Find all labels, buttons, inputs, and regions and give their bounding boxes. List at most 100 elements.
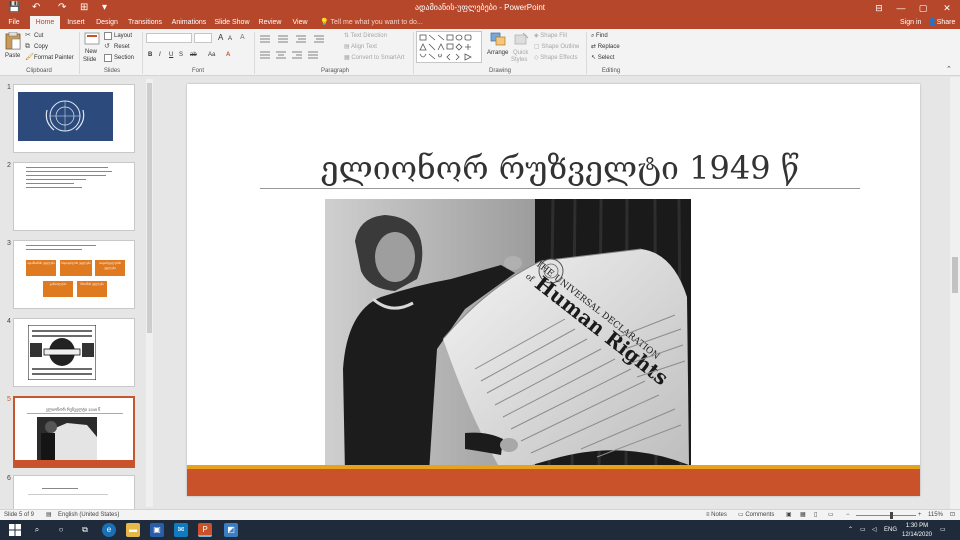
eleanor-roosevelt-photo[interactable]: THE UNIVERSAL DECLARATION of Human Right… (325, 199, 691, 473)
language-indicator[interactable]: English (United States) (58, 511, 119, 520)
group-divider (586, 32, 587, 74)
tell-me-search[interactable]: 💡 Tell me what you want to do... (320, 16, 423, 29)
zoom-level[interactable]: 115% (928, 511, 943, 520)
section-button[interactable]: Section (114, 54, 134, 62)
collapse-ribbon-icon[interactable]: ⌃ (946, 66, 952, 74)
tab-transitions[interactable]: Transitions (126, 16, 164, 29)
italic-button[interactable]: I (159, 51, 161, 59)
tab-home[interactable]: Home (30, 16, 60, 29)
cut-button[interactable]: Cut (34, 32, 43, 40)
slide-thumbnail-pane[interactable]: 1 2 3 ადამიანის უფლება სიცოცხლის უფლება … (0, 77, 154, 509)
font-name-box[interactable] (146, 33, 192, 43)
slide-number: 4 (7, 318, 11, 325)
language-indicator[interactable]: ENG (884, 526, 897, 534)
shape-fill-button[interactable]: ◈ Shape Fill (534, 32, 567, 40)
select-button[interactable]: ↖ Select (591, 54, 614, 62)
tab-animations[interactable]: Animations (168, 16, 210, 29)
shape-outline-button[interactable]: ▢ Shape Outline (534, 43, 579, 51)
network-icon[interactable]: ▭ (860, 526, 866, 534)
slide-thumbnail-1[interactable] (13, 84, 135, 153)
notifications-icon[interactable]: ▭ (940, 526, 946, 534)
align-text-button[interactable]: ▤ Align Text (344, 43, 377, 51)
volume-icon[interactable]: ◁ (872, 526, 877, 534)
paragraph-tools-icon (260, 35, 324, 59)
convert-smartart-button[interactable]: ▦ Convert to SmartArt (344, 54, 404, 62)
tab-slide-show[interactable]: Slide Show (214, 16, 250, 29)
strikethrough-button[interactable]: ab (190, 51, 197, 59)
fit-slide-icon[interactable]: ⊡ (950, 511, 955, 520)
increase-font-size-button[interactable]: A (218, 34, 223, 42)
slide-sorter-icon[interactable]: ▦ (800, 511, 806, 520)
ribbon-display-icon[interactable]: ⊟ (868, 0, 890, 16)
notes-button[interactable]: ≡ Notes (706, 511, 727, 520)
text-direction-button[interactable]: ⇅ Text Direction (344, 32, 387, 40)
clear-formatting-button[interactable]: A (240, 34, 245, 42)
mail-icon[interactable]: ✉ (174, 523, 188, 537)
zoom-slider[interactable] (856, 515, 916, 516)
format-painter-button[interactable]: Format Painter (34, 54, 74, 62)
tab-insert[interactable]: Insert (62, 16, 90, 29)
slide-number: 6 (7, 475, 11, 482)
normal-view-icon[interactable]: ▣ (786, 511, 792, 520)
change-case-button[interactable]: Aa (208, 51, 215, 59)
slide-thumbnail-4[interactable] (13, 318, 135, 387)
layout-button[interactable]: Layout (114, 32, 132, 40)
slide-thumbnail-6[interactable] (13, 475, 135, 509)
current-slide[interactable]: ელიონორ რუზველტი 1949 წ THE UNIVERSAL DE… (187, 84, 920, 496)
copy-button[interactable]: Copy (34, 43, 48, 51)
arrange-button[interactable]: Arrange (486, 31, 510, 65)
slide-show-icon[interactable]: ▭ (828, 511, 834, 520)
thumbnail-scrollbar[interactable] (146, 79, 153, 507)
scrollbar-thumb[interactable] (952, 257, 958, 293)
cortana-icon[interactable]: ○ (54, 523, 68, 537)
clock-date[interactable]: 12/14/2020 (900, 531, 934, 539)
close-icon[interactable]: ✕ (936, 0, 958, 16)
shapes-gallery[interactable] (416, 31, 482, 63)
slide-thumbnail-5[interactable]: ელიონორ რუზველტი 1949 წ (13, 396, 135, 468)
bold-button[interactable]: B (148, 51, 152, 59)
slide-thumbnail-2[interactable] (13, 162, 135, 231)
font-size-box[interactable] (194, 33, 212, 43)
reading-view-icon[interactable]: ▯ (814, 511, 817, 520)
maximize-icon[interactable]: ▢ (912, 0, 934, 16)
replace-button[interactable]: ⇄ Replace (591, 43, 620, 51)
new-slide-button[interactable]: New Slide (83, 31, 101, 65)
paste-button[interactable]: Paste (4, 31, 22, 61)
reset-button[interactable]: Reset (114, 43, 130, 51)
quick-styles-button[interactable]: Quick Styles (511, 31, 531, 65)
powerpoint-taskbar-icon[interactable]: P (198, 523, 212, 537)
share-button[interactable]: 👤Share (928, 16, 955, 29)
scrollbar-thumb[interactable] (147, 83, 152, 333)
edge-browser-icon[interactable]: e (102, 523, 116, 537)
tab-file[interactable]: File (2, 16, 26, 29)
shape-effects-button[interactable]: ◇ Shape Effects (534, 54, 578, 62)
photos-icon[interactable]: ◩ (224, 523, 238, 537)
zoom-slider-thumb[interactable] (890, 512, 893, 519)
windows-start-icon[interactable] (9, 524, 21, 536)
slide-scrollbar[interactable] (950, 77, 960, 509)
slide-title[interactable]: ელიონორ რუზველტი 1949 წ (260, 146, 860, 190)
tab-review[interactable]: Review (256, 16, 284, 29)
decrease-font-size-button[interactable]: A (228, 35, 232, 43)
zoom-in-button[interactable]: + (918, 511, 922, 520)
tab-view[interactable]: View (288, 16, 312, 29)
clock-time[interactable]: 1:30 PM (900, 522, 934, 530)
slide-thumbnail-3[interactable]: ადამიანის უფლება სიცოცხლის უფლება თავისუ… (13, 240, 135, 309)
sign-in-link[interactable]: Sign in (900, 16, 921, 29)
search-icon[interactable]: ⌕ (30, 523, 44, 537)
footer-bar (187, 469, 920, 496)
tray-chevron-icon[interactable]: ⌃ (848, 526, 853, 534)
font-color-button[interactable]: A (226, 51, 230, 59)
slide-counter: Slide 5 of 9 (4, 512, 35, 518)
store-icon[interactable]: ▣ (150, 523, 164, 537)
proofing-icon[interactable]: ▤ (46, 511, 52, 520)
underline-button[interactable]: U (169, 51, 173, 59)
file-explorer-icon[interactable]: ▬ (126, 523, 140, 537)
comments-button[interactable]: ▭ Comments (738, 511, 774, 520)
tab-design[interactable]: Design (92, 16, 122, 29)
task-view-icon[interactable]: ⧉ (78, 523, 92, 537)
zoom-out-button[interactable]: − (846, 511, 850, 520)
find-button[interactable]: ⌕ Find (591, 32, 608, 40)
text-shadow-button[interactable]: S (179, 51, 183, 59)
minimize-icon[interactable]: — (890, 0, 912, 16)
